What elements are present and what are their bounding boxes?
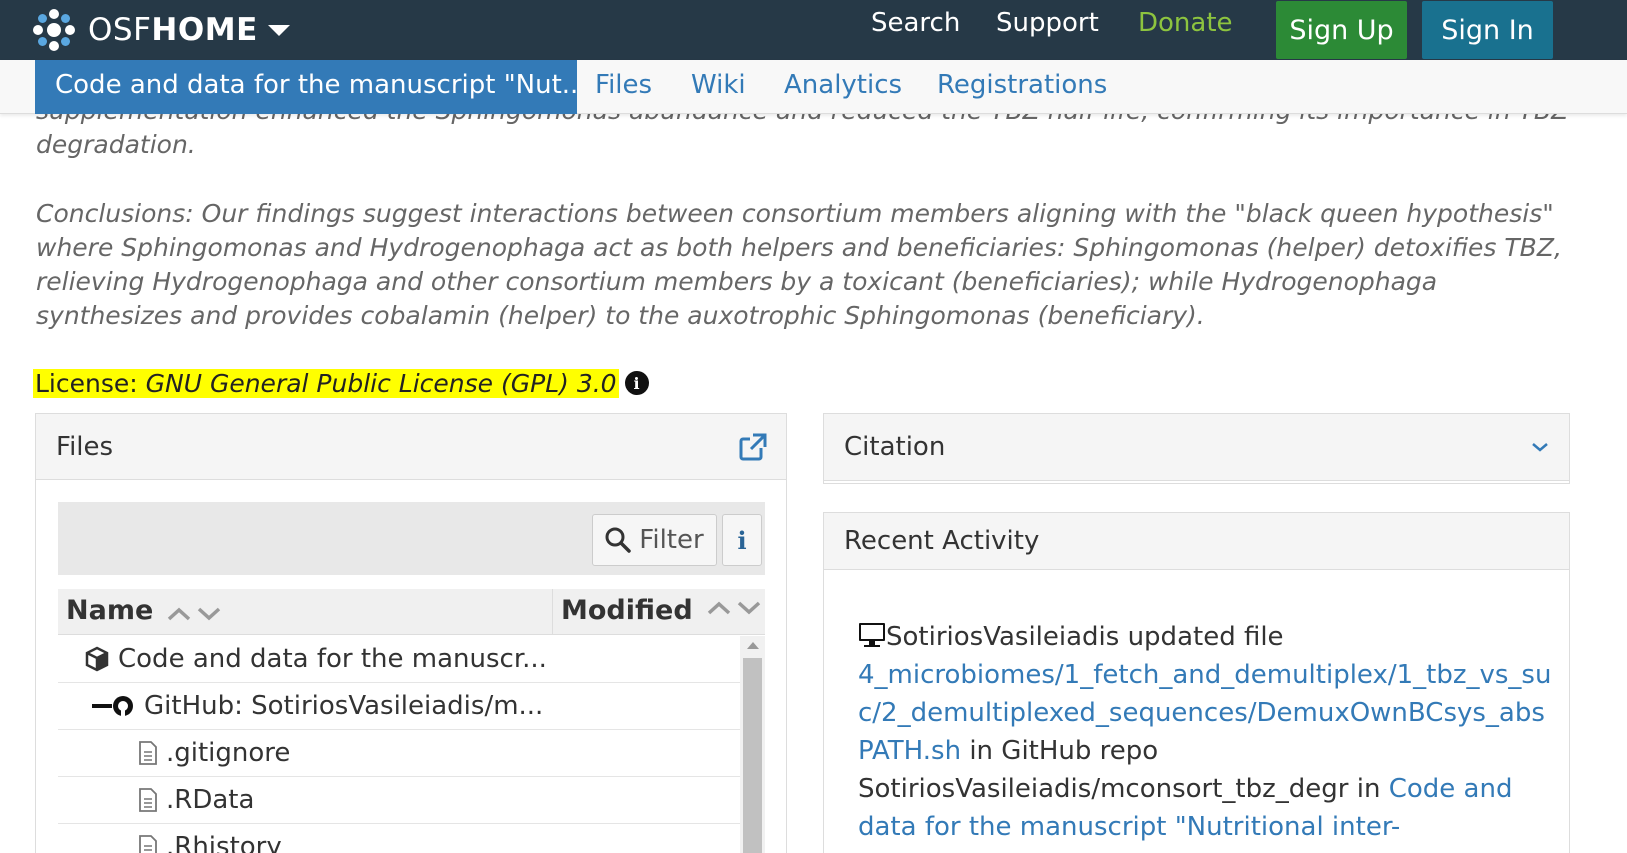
file-row-gitignore[interactable]: .gitignore bbox=[58, 730, 740, 777]
file-row-name: .gitignore bbox=[166, 738, 291, 768]
cube-icon bbox=[84, 646, 110, 672]
activity-actor-text: SotiriosVasileiadis updated file bbox=[886, 622, 1284, 652]
license-highlight: License: GNU General Public License (GPL… bbox=[33, 368, 619, 398]
github-icon bbox=[92, 693, 136, 719]
tab-files[interactable]: Files bbox=[595, 70, 652, 100]
files-grid: Code and data for the manuscr... GitHub:… bbox=[58, 636, 740, 853]
info-icon: i bbox=[737, 525, 747, 555]
files-panel: Files Filter i Name Modified Code and da… bbox=[35, 413, 787, 853]
scrollbar-thumb[interactable] bbox=[743, 658, 762, 853]
file-row-name: .Rhistory bbox=[166, 832, 282, 853]
modified-column-header[interactable]: Modified bbox=[552, 589, 761, 635]
files-panel-title: Files bbox=[56, 431, 114, 462]
file-row-name: .RData bbox=[166, 785, 255, 815]
files-toolbar: Filter i bbox=[58, 502, 765, 575]
nav-support-link[interactable]: Support bbox=[996, 8, 1099, 38]
file-row-rhistory[interactable]: .Rhistory bbox=[58, 824, 740, 853]
name-column-label: Name bbox=[66, 595, 154, 626]
citation-panel-title: Citation bbox=[844, 432, 946, 462]
brand-home-text: HOME bbox=[151, 12, 258, 48]
files-grid-header: Name Modified bbox=[58, 589, 765, 635]
recent-activity-panel: Recent Activity SotiriosVasileiadis upda… bbox=[823, 512, 1570, 853]
sign-up-button[interactable]: Sign Up bbox=[1276, 1, 1407, 59]
search-icon bbox=[605, 527, 632, 553]
osf-home-brand[interactable]: OSF HOME bbox=[30, 6, 290, 54]
brand-osf-text: OSF bbox=[88, 12, 152, 48]
license-value-link[interactable]: GNU General Public License (GPL) 3.0 bbox=[146, 369, 617, 398]
activity-project-link[interactable]: data for the manuscript "Nutritional int… bbox=[858, 812, 1400, 842]
activity-file-link[interactable]: PATH.sh bbox=[858, 736, 961, 766]
osf-logo-icon bbox=[33, 9, 75, 51]
scroll-up-arrow-icon[interactable] bbox=[747, 642, 759, 649]
info-button[interactable]: i bbox=[722, 514, 762, 566]
tab-analytics[interactable]: Analytics bbox=[784, 70, 902, 100]
file-row-name: GitHub: SotiriosVasileiadis/m... bbox=[144, 691, 544, 721]
files-scrollbar[interactable] bbox=[740, 636, 765, 853]
info-circle-icon[interactable]: i bbox=[624, 371, 649, 395]
modified-column-label: Modified bbox=[561, 595, 693, 626]
file-icon bbox=[138, 741, 158, 765]
name-column-header[interactable]: Name bbox=[66, 595, 221, 626]
activity-repo-name: SotiriosVasileiadis/mconsort_tbz_degr in bbox=[858, 774, 1389, 804]
conclusions-line: Conclusions: Our findings suggest intera… bbox=[36, 199, 1554, 228]
citation-panel-header[interactable]: Citation bbox=[824, 414, 1569, 481]
project-navbar: Code and data for the manuscript "Nut...… bbox=[0, 60, 1627, 114]
file-icon bbox=[138, 835, 158, 853]
license-label: License: bbox=[35, 368, 138, 398]
activity-file-link[interactable]: 4_microbiomes/1_fetch_and_demultiplex/1_… bbox=[858, 660, 1551, 690]
chevron-down-icon[interactable] bbox=[1531, 441, 1549, 453]
nav-donate-link[interactable]: Donate bbox=[1138, 8, 1233, 38]
sort-controls bbox=[707, 601, 761, 615]
activity-project-link[interactable]: Code and bbox=[1389, 774, 1513, 804]
activity-file-link[interactable]: c/2_demultiplexed_sequences/DemuxOwnBCsy… bbox=[858, 698, 1545, 728]
file-row-rdata[interactable]: .RData bbox=[58, 777, 740, 824]
caret-down-icon[interactable] bbox=[267, 24, 290, 36]
license-line: License: GNU General Public License (GPL… bbox=[33, 365, 649, 401]
file-row-github[interactable]: GitHub: SotiriosVasileiadis/m... bbox=[58, 683, 740, 730]
description-conclusions: Conclusions: Our findings suggest intera… bbox=[36, 197, 1596, 333]
conclusions-line: where Sphingomonas and Hydrogenophaga ac… bbox=[36, 233, 1562, 262]
file-row-name: Code and data for the manuscr... bbox=[118, 644, 547, 674]
tab-registrations[interactable]: Registrations bbox=[937, 70, 1107, 100]
nav-search-link[interactable]: Search bbox=[871, 8, 960, 38]
sort-ascending-icon[interactable] bbox=[707, 601, 731, 615]
sort-ascending-icon[interactable] bbox=[167, 607, 191, 621]
recent-activity-title: Recent Activity bbox=[844, 526, 1040, 556]
sign-in-button[interactable]: Sign In bbox=[1422, 1, 1553, 59]
files-panel-header: Files bbox=[36, 414, 786, 480]
sort-descending-icon[interactable] bbox=[197, 607, 221, 621]
sort-descending-icon[interactable] bbox=[737, 601, 761, 615]
desktop-icon bbox=[859, 623, 885, 647]
citation-panel[interactable]: Citation bbox=[823, 413, 1570, 484]
filter-label: Filter bbox=[639, 525, 704, 555]
file-row-project[interactable]: Code and data for the manuscr... bbox=[58, 636, 740, 683]
sort-controls bbox=[167, 607, 221, 621]
filter-button[interactable]: Filter bbox=[592, 514, 717, 566]
tab-wiki[interactable]: Wiki bbox=[691, 70, 746, 100]
activity-repo-label: in GitHub repo bbox=[961, 736, 1159, 766]
file-icon bbox=[138, 788, 158, 812]
conclusions-line: synthesizes and provides cobalamin (help… bbox=[36, 301, 1205, 330]
recent-activity-header: Recent Activity bbox=[824, 513, 1569, 570]
project-title-tab[interactable]: Code and data for the manuscript "Nut... bbox=[35, 60, 577, 114]
activity-entry: SotiriosVasileiadis updated file 4_micro… bbox=[824, 570, 1569, 853]
conclusions-line: relieving Hydrogenophaga and other conso… bbox=[36, 267, 1438, 296]
top-navbar: OSF HOME Search Support Donate Sign Up S… bbox=[0, 0, 1627, 60]
description-line: degradation. bbox=[36, 130, 196, 159]
external-link-icon[interactable] bbox=[738, 432, 768, 462]
